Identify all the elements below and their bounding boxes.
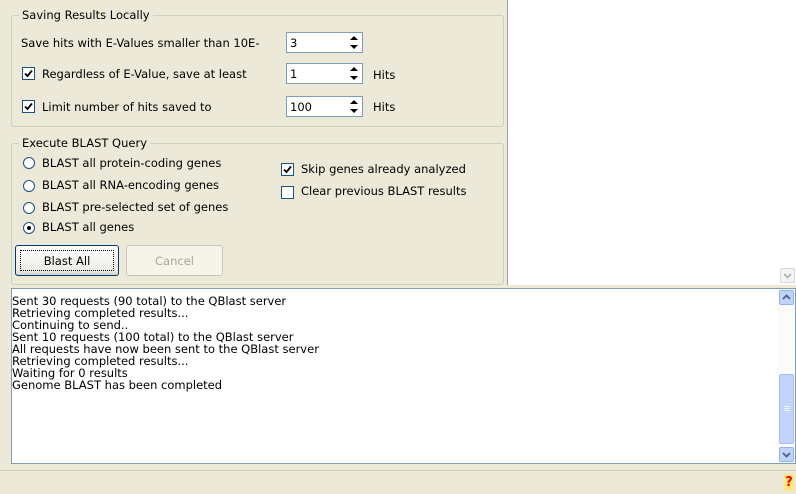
evalue-spin-up-icon[interactable]	[346, 34, 361, 42]
cancel-label: Cancel	[155, 253, 194, 268]
regardless-label: Regardless of E-Value, save at least	[42, 67, 247, 81]
grip-line	[784, 406, 790, 407]
limit-label: Limit number of hits saved to	[42, 100, 212, 114]
clear-previous-checkbox[interactable]	[281, 186, 294, 199]
cancel-button[interactable]: Cancel	[126, 245, 223, 276]
limit-spin-down-icon[interactable]	[346, 107, 361, 115]
log-scroll-thumb[interactable]	[779, 374, 794, 444]
scroll-down-icon[interactable]	[779, 447, 794, 462]
limit-checkbox[interactable]	[22, 100, 35, 113]
log-lines: Sent 30 requests (90 total) to the QBlas…	[12, 295, 319, 391]
regardless-spin-up-icon[interactable]	[346, 65, 361, 73]
regardless-value[interactable]: 1	[290, 67, 297, 81]
status-bar: ?	[0, 470, 796, 494]
regardless-spinner[interactable]: 1	[286, 63, 363, 84]
limit-unit: Hits	[373, 100, 396, 114]
grip-line	[784, 408, 790, 409]
checkmark-icon	[24, 69, 33, 78]
radio-rna-encoding-label[interactable]: BLAST all RNA-encoding genes	[42, 178, 219, 192]
checkmark-icon	[24, 102, 33, 111]
grip-line	[784, 410, 790, 411]
scroll-down-icon[interactable]	[780, 268, 795, 283]
radio-preselected[interactable]	[23, 202, 35, 214]
radio-rna-encoding[interactable]	[23, 180, 35, 192]
radio-preselected-label[interactable]: BLAST pre-selected set of genes	[42, 200, 228, 214]
scroll-up-icon[interactable]	[779, 290, 794, 305]
radio-protein-coding-label[interactable]: BLAST all protein-coding genes	[42, 156, 221, 170]
help-icon[interactable]: ?	[784, 474, 794, 491]
upper-pane: Saving Results Locally Save hits with E-…	[0, 0, 796, 285]
skip-analyzed-checkbox[interactable]	[281, 163, 294, 176]
regardless-checkbox[interactable]	[22, 67, 35, 80]
evalue-value[interactable]: 3	[290, 36, 297, 50]
radio-all-genes-label[interactable]: BLAST all genes	[42, 220, 134, 234]
upper-scrollbar[interactable]	[779, 0, 796, 285]
clear-previous-label[interactable]: Clear previous BLAST results	[301, 184, 467, 198]
evalue-label: Save hits with E-Values smaller than 10E…	[21, 36, 260, 50]
execute-blast-legend: Execute BLAST Query	[19, 136, 151, 150]
radio-dot-icon	[27, 226, 31, 230]
skip-analyzed-label[interactable]: Skip genes already analyzed	[301, 162, 466, 176]
focus-rect	[20, 250, 114, 271]
blast-all-button[interactable]: Blast All	[15, 245, 119, 276]
log-scrollbar[interactable]	[778, 289, 795, 463]
evalue-spin-down-icon[interactable]	[346, 43, 361, 51]
limit-spin-up-icon[interactable]	[346, 98, 361, 106]
evalue-spinner[interactable]: 3	[286, 32, 363, 53]
limit-spinner[interactable]: 100	[286, 96, 363, 117]
log-line: Genome BLAST has been completed	[12, 378, 223, 392]
regardless-spin-down-icon[interactable]	[346, 74, 361, 82]
radio-all-genes[interactable]	[23, 222, 35, 234]
log-output[interactable]: Sent 30 requests (90 total) to the QBlas…	[11, 288, 796, 464]
radio-protein-coding[interactable]	[23, 157, 35, 169]
saving-results-legend: Saving Results Locally	[19, 8, 153, 22]
checkmark-icon	[283, 165, 292, 174]
regardless-unit: Hits	[373, 68, 396, 82]
settings-panel: Saving Results Locally Save hits with E-…	[0, 0, 508, 285]
limit-value[interactable]: 100	[290, 100, 312, 114]
